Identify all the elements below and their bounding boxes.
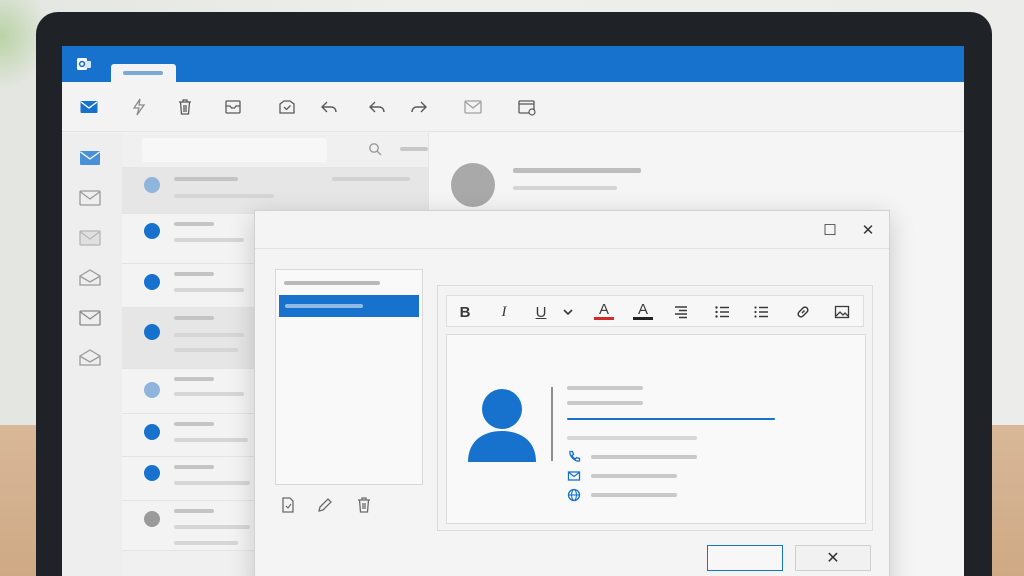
maximize-button[interactable]: ☐	[821, 221, 839, 239]
signature-email-line	[591, 474, 677, 478]
mark-unread-icon[interactable]	[460, 94, 486, 120]
filter-label[interactable]	[400, 147, 428, 151]
signature-company-line	[567, 436, 697, 440]
italic-button[interactable]: I	[494, 302, 514, 322]
reply-icon[interactable]	[316, 94, 342, 120]
envelope-icon	[567, 469, 581, 483]
image-icon[interactable]	[832, 302, 852, 322]
message-row[interactable]	[122, 167, 428, 214]
lightning-icon[interactable]	[126, 94, 152, 120]
archive-folder-icon[interactable]	[79, 269, 101, 289]
signature-name-line	[567, 386, 643, 390]
numbered-list-icon[interactable]	[751, 302, 771, 322]
sweep-icon[interactable]	[274, 94, 300, 120]
sent-icon[interactable]	[79, 229, 101, 249]
maximize-icon: ☐	[823, 222, 837, 239]
forward-icon[interactable]	[406, 94, 432, 120]
sender-avatar	[451, 163, 495, 207]
cancel-icon: ✕	[826, 550, 840, 567]
signature-website-line	[591, 493, 677, 497]
sender-name-placeholder	[513, 168, 641, 173]
signature-list	[275, 269, 423, 485]
ribbon-toolbar	[62, 82, 964, 132]
sender-avatar-dot	[144, 511, 160, 527]
folder-nav	[62, 133, 122, 576]
bold-button[interactable]: B	[455, 302, 475, 322]
message-date-placeholder	[332, 177, 410, 181]
message-preview-placeholder	[174, 194, 274, 198]
signature-dialog: ☐ ✕ B I U A A ✕	[254, 210, 890, 576]
signature-preview[interactable]	[446, 334, 866, 524]
search-input[interactable]	[142, 138, 327, 162]
search-icon[interactable]	[368, 142, 382, 156]
message-sender-placeholder	[174, 272, 214, 276]
underline-button[interactable]: U	[531, 302, 551, 322]
new-mail-icon[interactable]	[76, 94, 102, 120]
sender-avatar-dot	[144, 465, 160, 481]
message-preview-placeholder	[174, 288, 244, 292]
sender-avatar-dot	[144, 223, 160, 239]
deleted-icon[interactable]	[79, 349, 101, 369]
message-preview-placeholder	[174, 238, 244, 242]
signature-list-heading	[284, 281, 380, 285]
close-button[interactable]: ✕	[859, 221, 877, 239]
signature-phone-line	[591, 455, 697, 459]
person-avatar-icon	[468, 389, 536, 462]
signature-divider	[551, 387, 553, 461]
sender-avatar-dot	[144, 324, 160, 340]
outlook-logo-icon	[76, 56, 92, 72]
formatting-toolbar: B I U A A	[446, 295, 864, 327]
signature-item-selected[interactable]	[279, 295, 419, 317]
globe-icon	[567, 488, 581, 502]
close-icon: ✕	[861, 222, 875, 239]
message-preview-placeholder	[174, 438, 248, 442]
inbox-icon[interactable]	[79, 149, 101, 169]
signature-accent-rule	[567, 418, 775, 420]
font-color-button[interactable]: A	[594, 302, 614, 320]
message-preview-placeholder	[174, 541, 238, 545]
message-sender-placeholder	[174, 177, 238, 181]
title-bar	[62, 46, 964, 82]
reply-all-icon[interactable]	[364, 94, 390, 120]
message-sender-placeholder	[174, 377, 214, 381]
edit-signature-icon[interactable]	[316, 496, 334, 514]
message-preview-placeholder	[174, 333, 244, 337]
align-icon[interactable]	[671, 302, 691, 322]
message-preview-placeholder	[174, 392, 244, 396]
delete-signature-icon[interactable]	[355, 496, 373, 514]
message-preview-placeholder	[174, 481, 250, 485]
signature-title-line	[567, 401, 643, 405]
message-preview-placeholder	[174, 525, 250, 529]
drafts-icon[interactable]	[79, 189, 101, 209]
dialog-header: ☐ ✕	[255, 211, 889, 249]
ok-button[interactable]	[707, 545, 783, 571]
archive-icon[interactable]	[220, 94, 246, 120]
message-preview-placeholder	[174, 348, 238, 352]
link-icon[interactable]	[793, 302, 813, 322]
message-sender-placeholder	[174, 316, 214, 320]
trash-icon[interactable]	[172, 94, 198, 120]
message-sender-placeholder	[174, 465, 214, 469]
sender-avatar-dot	[144, 382, 160, 398]
tab-home[interactable]	[111, 64, 176, 82]
highlight-button[interactable]: A	[633, 302, 653, 320]
new-signature-icon[interactable]	[279, 496, 297, 514]
bullet-list-icon[interactable]	[712, 302, 732, 322]
signature-editor: B I U A A	[437, 285, 873, 531]
sender-avatar-dot	[144, 177, 160, 193]
phone-icon	[567, 450, 581, 464]
message-sender-placeholder	[174, 222, 214, 226]
sender-avatar-dot	[144, 274, 160, 290]
rules-icon[interactable]	[514, 94, 540, 120]
message-sender-placeholder	[174, 422, 214, 426]
junk-icon[interactable]	[79, 309, 101, 329]
cancel-button[interactable]: ✕	[795, 545, 871, 571]
sender-avatar-dot	[144, 424, 160, 440]
sender-detail-placeholder	[513, 186, 617, 190]
chevron-down-icon[interactable]	[558, 302, 578, 322]
message-sender-placeholder	[174, 509, 214, 513]
